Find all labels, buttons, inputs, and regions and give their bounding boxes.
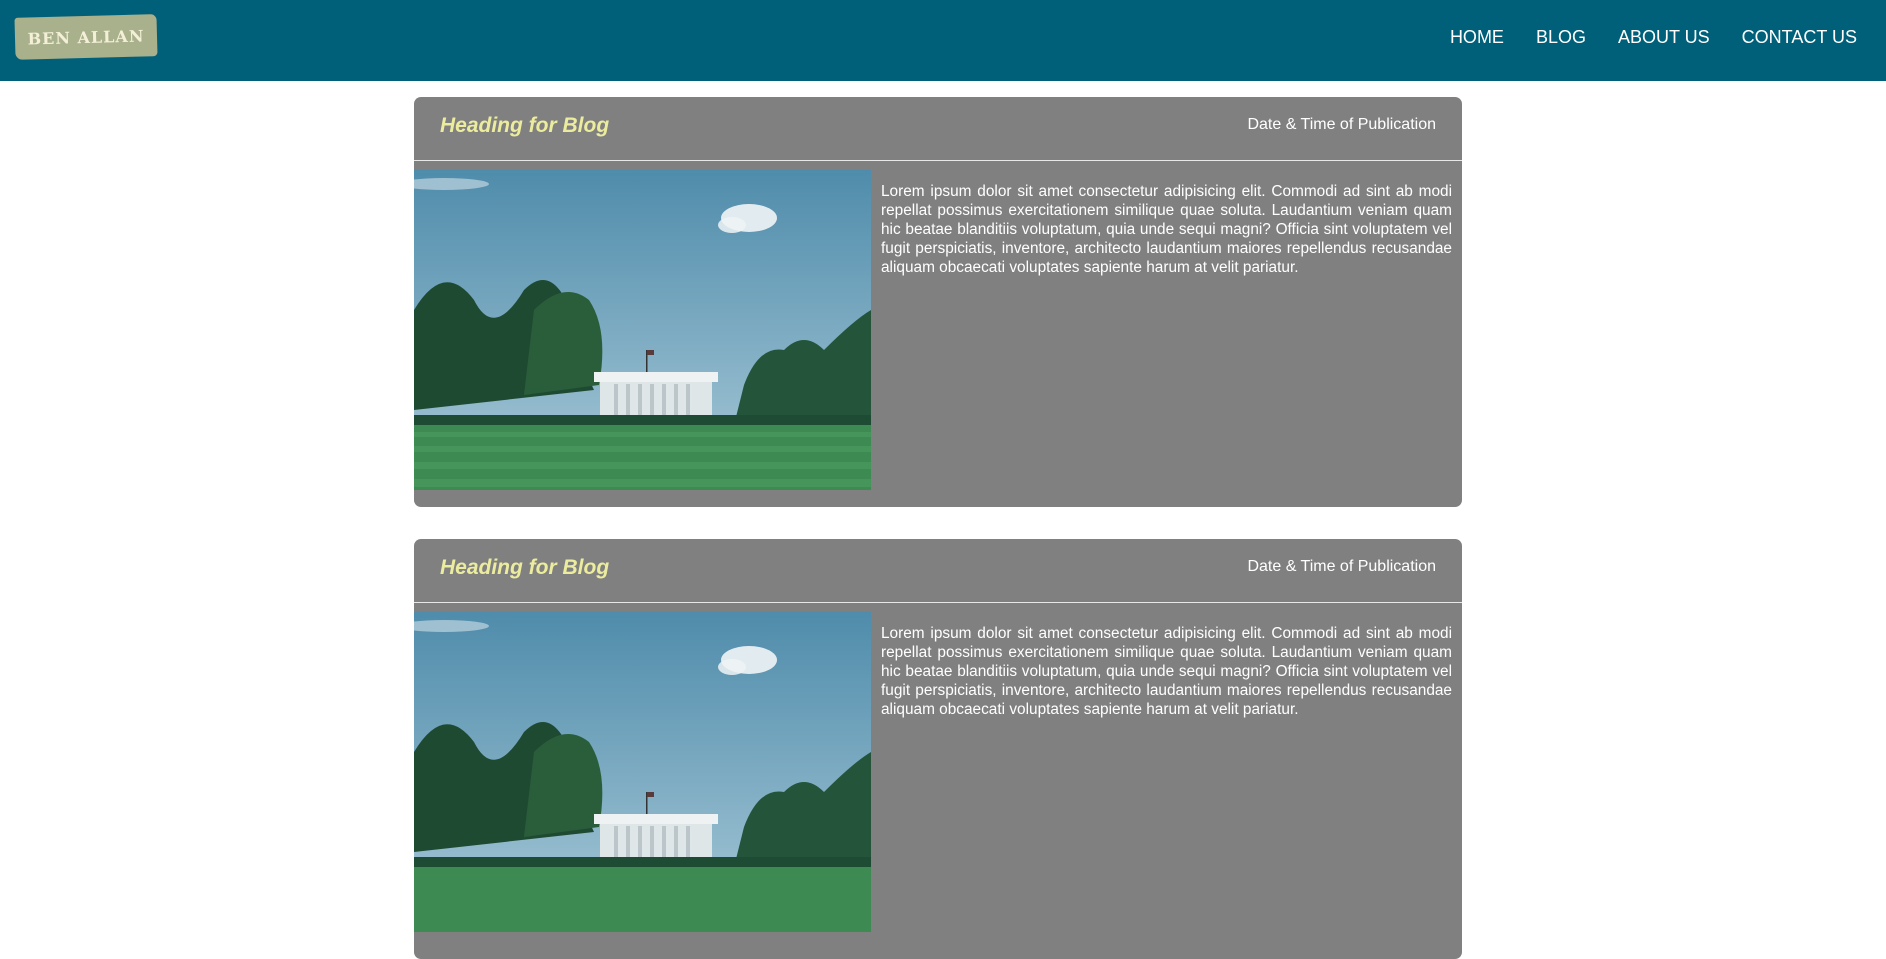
nav-link-blog[interactable]: BLOG (1536, 27, 1586, 47)
nav-link-contact-us[interactable]: CONTACT US (1742, 27, 1857, 47)
blog-post-header: Heading for Blog Date & Time of Publicat… (414, 97, 1462, 161)
blog-post-header: Heading for Blog Date & Time of Publicat… (414, 539, 1462, 603)
blog-post-card: Heading for Blog Date & Time of Publicat… (414, 539, 1462, 959)
blog-post-image (414, 170, 871, 490)
blog-post-text: Lorem ipsum dolor sit amet consectetur a… (881, 625, 1452, 718)
logo-text: BEN ALLAN (27, 25, 145, 49)
blog-post-date: Date & Time of Publication (1247, 558, 1436, 575)
navbar: BEN ALLAN HOME BLOG ABOUT US CONTACT US (0, 0, 1886, 81)
blog-post-card: Heading for Blog Date & Time of Publicat… (414, 97, 1462, 507)
blog-post-text: Lorem ipsum dolor sit amet consectetur a… (881, 183, 1452, 276)
blog-post-title[interactable]: Heading for Blog (440, 556, 609, 580)
nav-link-home[interactable]: HOME (1450, 27, 1504, 47)
blog-post-image (414, 612, 871, 932)
nav-link-about-us[interactable]: ABOUT US (1618, 27, 1710, 47)
logo[interactable]: BEN ALLAN (14, 14, 158, 60)
blog-post-title[interactable]: Heading for Blog (440, 114, 609, 138)
blog-post-date: Date & Time of Publication (1247, 116, 1436, 133)
main-nav: HOME BLOG ABOUT US CONTACT US (1450, 27, 1857, 48)
